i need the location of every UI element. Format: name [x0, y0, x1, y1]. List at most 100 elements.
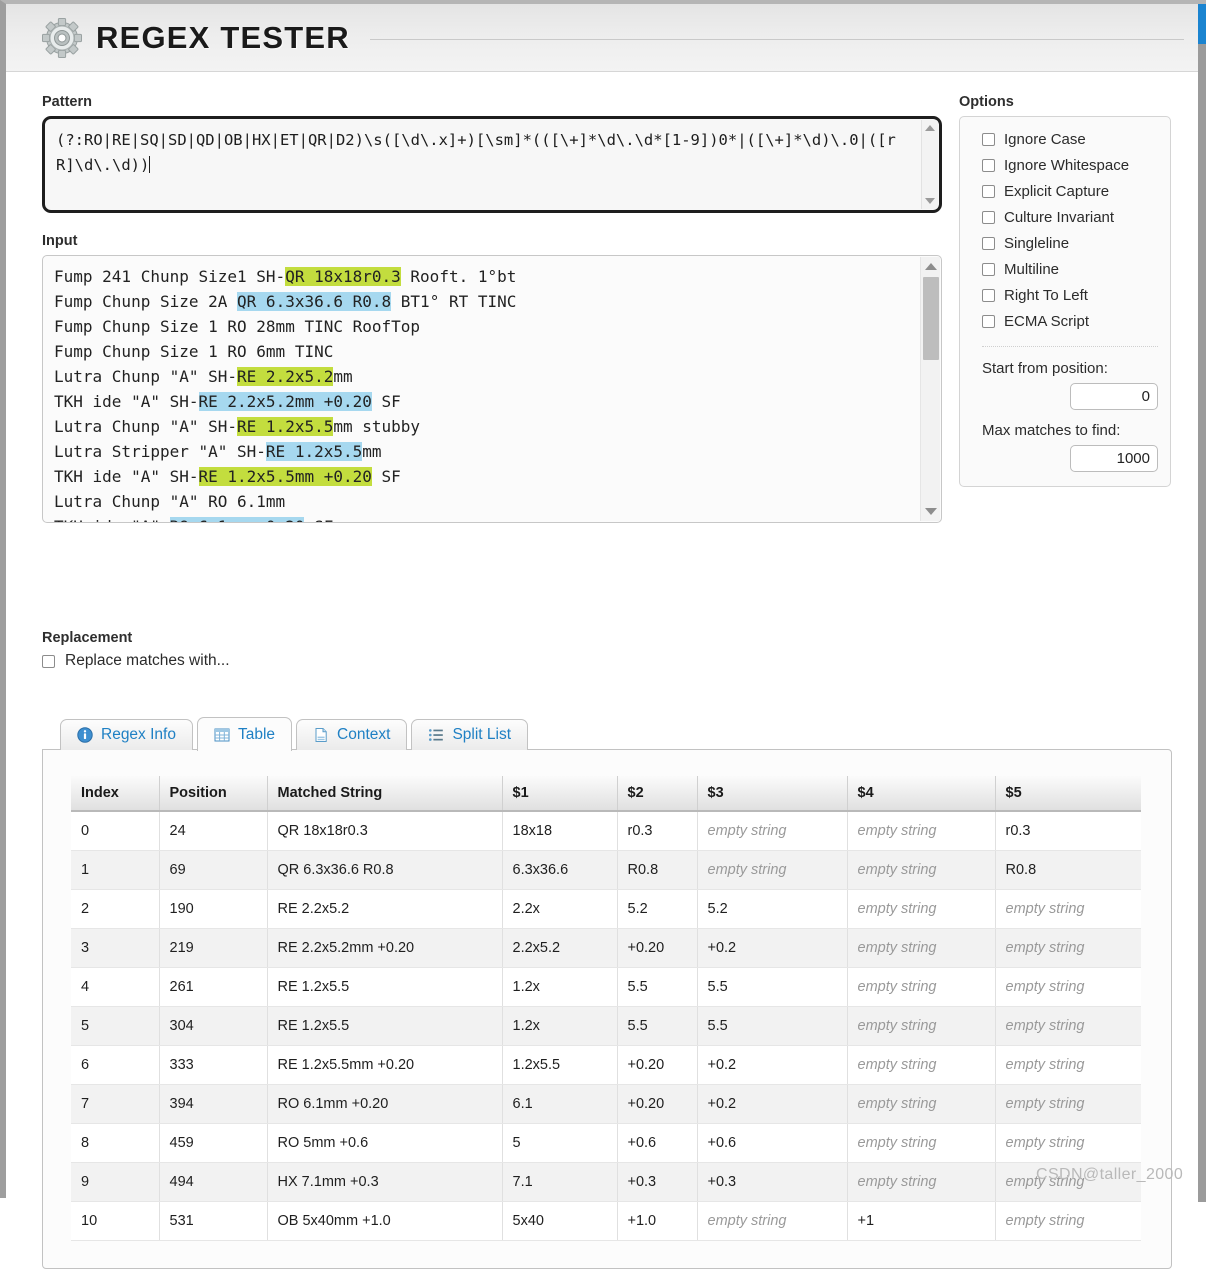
replace-matches-label: Replace matches with...: [65, 652, 230, 669]
checkbox-box[interactable]: [982, 289, 995, 302]
checkbox-box[interactable]: [982, 237, 995, 250]
option-ecma-script[interactable]: ECMA Script: [982, 313, 1158, 330]
input-textarea[interactable]: Fump 241 Chunp Size1 SH-QR 18x18r0.3 Roo…: [42, 255, 942, 523]
checkbox-box[interactable]: [982, 211, 995, 224]
row-group-2: +0.20: [617, 1045, 698, 1085]
pattern-scrollbar[interactable]: [921, 120, 938, 209]
checkbox-box[interactable]: [982, 315, 995, 328]
column-header[interactable]: $3: [697, 776, 848, 812]
table-row[interactable]: 4 261 RE 1.2x5.5 1.2x 5.5 5.5 empty string empt…: [71, 967, 1141, 1007]
row-position: 69: [159, 850, 268, 890]
input-text[interactable]: Fump 241 Chunp Size1 SH-QR 18x18r0.3 Roo…: [43, 256, 941, 522]
row-matched-string: HX 7.1mm +0.3: [267, 1162, 503, 1202]
checkbox-box[interactable]: [982, 185, 995, 198]
input-line: Fump 241 Chunp Size1 SH-QR 18x18r0.3 Roo…: [54, 267, 516, 286]
tab-label: Split List: [452, 726, 512, 743]
option-culture-invariant[interactable]: Culture Invariant: [982, 209, 1158, 226]
title-divider: [369, 39, 1184, 40]
input-line: Fump Chunp Size 1 RO 6mm TINC: [54, 342, 333, 361]
column-header[interactable]: $4: [847, 776, 996, 812]
scroll-thumb[interactable]: [923, 277, 939, 360]
row-index: 5: [71, 1006, 160, 1046]
row-index: 2: [71, 889, 160, 929]
row-matched-string: QR 18x18r0.3: [267, 811, 503, 851]
row-matched-string: RO 5mm +0.6: [267, 1123, 503, 1163]
pattern-input[interactable]: (?:RO|RE|SQ|SD|QD|OB|HX|ET|QR|D2)\s([\d\…: [42, 116, 942, 213]
option-multiline[interactable]: Multiline: [982, 261, 1158, 278]
input-scrollbar[interactable]: [920, 257, 940, 521]
replace-matches-checkbox[interactable]: Replace matches with...: [42, 652, 942, 670]
table-row[interactable]: 6 333 RE 1.2x5.5mm +0.20 1.2x5.5 +0.20 +0.2 em…: [71, 1045, 1141, 1085]
tab-regex-info[interactable]: Regex Info: [60, 719, 193, 750]
match-highlight-blue: RE 2.2x5.2mm +0.20: [198, 392, 372, 411]
column-header[interactable]: $2: [617, 776, 698, 812]
column-header[interactable]: $1: [502, 776, 618, 812]
row-group-5: empty string: [995, 1006, 1141, 1046]
option-explicit-capture[interactable]: Explicit Capture: [982, 183, 1158, 200]
tab-split-list[interactable]: Split List: [411, 719, 529, 750]
plain-text: Lutra Chunp "A" SH-: [54, 367, 238, 386]
option-ignore-case[interactable]: Ignore Case: [982, 131, 1158, 148]
max-matches-input[interactable]: 1000: [1070, 445, 1158, 472]
scroll-down-icon[interactable]: [925, 198, 935, 204]
table-row[interactable]: 0 24 QR 18x18r0.3 18x18 r0.3 empty string empt…: [71, 811, 1141, 851]
option-label: ECMA Script: [1004, 313, 1090, 330]
row-group-1: 6.1: [502, 1084, 618, 1124]
table-row[interactable]: 7 394 RO 6.1mm +0.20 6.1 +0.20 +0.2 empty stri…: [71, 1084, 1141, 1124]
row-group-5: empty string: [995, 928, 1141, 968]
plain-text: Rooft. 1°bt: [400, 267, 517, 286]
row-group-5: empty string: [995, 1123, 1141, 1163]
column-header[interactable]: $5: [995, 776, 1141, 812]
column-header[interactable]: Index: [71, 776, 160, 812]
table-row[interactable]: 9 494 HX 7.1mm +0.3 7.1 +0.3 +0.3 empty string…: [71, 1162, 1141, 1202]
row-group-1: 5x40: [502, 1201, 618, 1241]
start-position-input[interactable]: 0: [1070, 383, 1158, 410]
row-position: 219: [159, 928, 268, 968]
row-index: 7: [71, 1084, 160, 1124]
scroll-up-icon[interactable]: [925, 125, 935, 131]
option-singleline[interactable]: Singleline: [982, 235, 1158, 252]
checkbox-box[interactable]: [42, 654, 55, 668]
plain-text: TKH ide "A" SH-: [54, 467, 199, 486]
scroll-up-icon[interactable]: [925, 263, 937, 270]
pattern-text[interactable]: (?:RO|RE|SQ|SD|QD|OB|HX|ET|QR|D2)\s([\d\…: [45, 119, 939, 182]
checkbox-box[interactable]: [982, 133, 995, 146]
checkbox-box[interactable]: [982, 263, 995, 276]
row-group-1: 1.2x: [502, 1006, 618, 1046]
row-group-3: 5.5: [697, 967, 848, 1007]
window-scroll-thumb[interactable]: [1198, 4, 1206, 44]
tab-table[interactable]: Table: [196, 717, 293, 751]
option-ignore-whitespace[interactable]: Ignore Whitespace: [982, 157, 1158, 174]
row-group-4: empty string: [847, 850, 996, 890]
document-icon: [313, 727, 329, 743]
tab-context[interactable]: Context: [296, 719, 408, 750]
options-column: Options Ignore Case Ignore Whitespace Expl…: [959, 94, 1171, 487]
match-highlight-green: QR 18x18r0.3: [285, 267, 401, 286]
table-row[interactable]: 2 190 RE 2.2x5.2 2.2x 5.2 5.2 empty string empt…: [71, 889, 1141, 929]
option-right-to-left[interactable]: Right To Left: [982, 287, 1158, 304]
row-group-3: +0.2: [697, 928, 848, 968]
window-scrollbar[interactable]: [1198, 4, 1206, 1202]
input-line: Fump Chunp Size 2A QR 6.3x36.6 R0.8 BT1°…: [54, 292, 516, 311]
input-section: Input Fump 241 Chunp Size1 SH-QR 18x18r0…: [42, 233, 942, 523]
row-position: 24: [159, 811, 268, 851]
row-group-5: empty string: [995, 1201, 1141, 1241]
table-body: 0 24 QR 18x18r0.3 18x18 r0.3 empty string empt…: [71, 811, 1141, 1241]
table-row[interactable]: 3 219 RE 2.2x5.2mm +0.20 2.2x5.2 +0.20 +0.2 em…: [71, 928, 1141, 968]
plain-text: mm: [362, 442, 382, 461]
row-group-2: +0.3: [617, 1162, 698, 1202]
input-label: Input: [42, 233, 78, 249]
column-header[interactable]: Matched String: [267, 776, 503, 812]
table-row[interactable]: 1 69 QR 6.3x36.6 R0.8 6.3x36.6 R0.8 empty str…: [71, 850, 1141, 890]
option-label: Singleline: [1004, 235, 1070, 252]
table-row[interactable]: 5 304 RE 1.2x5.5 1.2x 5.5 5.5 empty string empt…: [71, 1006, 1141, 1046]
max-matches-label: Max matches to find:: [982, 422, 1121, 439]
checkbox-box[interactable]: [982, 159, 995, 172]
table-row[interactable]: 8 459 RO 5mm +0.6 5 +0.6 +0.6 empty string empt…: [71, 1123, 1141, 1163]
column-header[interactable]: Position: [159, 776, 268, 812]
row-position: 304: [159, 1006, 268, 1046]
table-row[interactable]: 10 531 OB 5x40mm +1.0 5x40 +1.0 empty string +…: [71, 1201, 1141, 1241]
row-group-5: empty string: [995, 967, 1141, 1007]
plain-text: Fump 241 Chunp Size1 SH-: [54, 267, 286, 286]
scroll-down-icon[interactable]: [925, 508, 937, 515]
